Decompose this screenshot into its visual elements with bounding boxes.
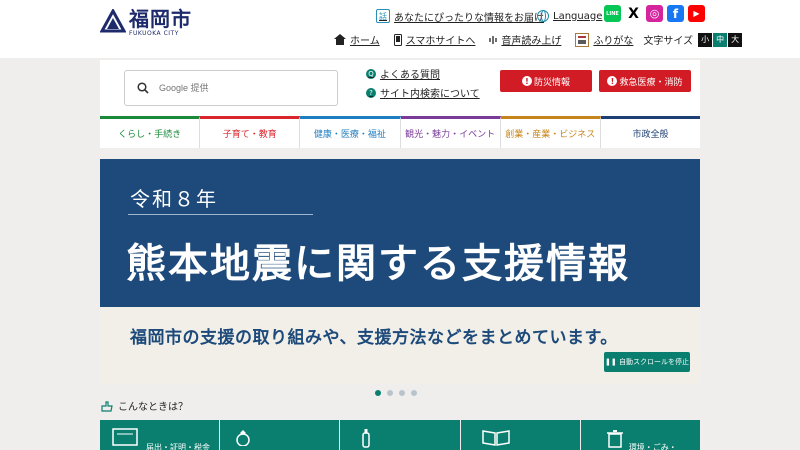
x-icon[interactable]: X xyxy=(625,5,642,22)
nav-furigana-label: ふりがな xyxy=(593,36,634,47)
tile-registration[interactable]: 届出・証明・税金 xyxy=(100,420,220,450)
carousel-dots xyxy=(375,390,417,396)
hero-subtitle-band: 福岡市の支援の取り組みや、支援方法などをまとめています。 ❚❚ 自動スクロールを… xyxy=(100,307,700,384)
hand-icon xyxy=(101,400,113,412)
faq-icon: Q xyxy=(366,68,376,79)
furigana-icon xyxy=(575,32,590,47)
carousel-dot[interactable] xyxy=(387,390,393,396)
nav-read-aloud-label: 音声読み上げ xyxy=(501,36,562,47)
sns-links: LINE X ◎ f ▶ xyxy=(604,5,705,22)
hero-subtitle: 福岡市の支援の取り組みや、支援方法などをまとめています。 xyxy=(130,328,618,348)
tile-environment[interactable]: 環境・ごみ・ xyxy=(580,420,701,450)
language-link-label: Language xyxy=(553,10,603,22)
site-logo[interactable]: 福岡市 FUKUOKA CITY xyxy=(100,9,192,37)
recommend-link-label: あなたにぴったりな情報をお届け xyxy=(394,12,544,24)
youtube-icon[interactable]: ▶ xyxy=(688,5,705,22)
faq-link[interactable]: Q よくある質問 xyxy=(366,66,480,81)
carousel-dot[interactable] xyxy=(411,390,417,396)
nav-smartphone[interactable]: スマホサイトへ xyxy=(393,32,476,47)
emergency-button[interactable]: ! 救急医療・消防 xyxy=(599,70,691,92)
nav-read-aloud[interactable]: 音声読み上げ xyxy=(489,32,561,47)
konna-toki-heading: こんなときは？ xyxy=(100,398,188,413)
hero-title: 熊本地震に関する支援情報 xyxy=(126,241,630,287)
recommend-icon: 話 xyxy=(376,9,390,23)
hero-divider xyxy=(128,214,313,215)
search-box[interactable] xyxy=(124,70,338,106)
carousel-dot[interactable] xyxy=(375,390,381,396)
disaster-info-button[interactable]: ! 防災情報 xyxy=(500,70,592,92)
site-search-link-label: サイト内検索について xyxy=(380,89,480,100)
search-input[interactable] xyxy=(159,83,309,93)
category-living[interactable]: くらし・手続き xyxy=(100,116,201,148)
font-size-medium[interactable]: 中 xyxy=(713,32,728,47)
category-city-admin[interactable]: 市政全般 xyxy=(600,116,701,148)
category-nav: くらし・手続き 子育て・教育 健康・医療・福祉 観光・魅力・イベント 創業・産業… xyxy=(100,116,701,148)
font-size-large[interactable]: 大 xyxy=(728,32,743,47)
nav-smartphone-label: スマホサイトへ xyxy=(405,36,476,47)
help-icon: ? xyxy=(366,87,376,98)
search-icon xyxy=(137,82,149,94)
disaster-info-label: 防災情報 xyxy=(533,77,570,88)
book-icon xyxy=(481,430,510,446)
logo-title: 福岡市 xyxy=(129,7,192,31)
hero-year: 令和８年 xyxy=(130,187,218,211)
font-size-label: 文字サイズ xyxy=(643,36,694,47)
alert-icon: ! xyxy=(521,76,532,86)
faq-link-label: よくある質問 xyxy=(380,70,440,81)
tile-4[interactable] xyxy=(460,420,580,450)
carousel-dot[interactable] xyxy=(399,390,405,396)
globe-icon xyxy=(537,10,549,22)
hero-banner[interactable]: 令和８年 熊本地震に関する支援情報 福岡市の支援の取り組みや、支援方法などをまと… xyxy=(100,159,700,384)
ring-icon xyxy=(236,430,250,446)
tile-2[interactable] xyxy=(220,420,340,450)
facebook-icon[interactable]: f xyxy=(667,5,684,22)
nav-home-label: ホーム xyxy=(350,36,380,47)
category-health[interactable]: 健康・医療・福祉 xyxy=(300,116,401,148)
emergency-label: 救急医療・消防 xyxy=(619,77,683,88)
trash-can-icon xyxy=(606,430,623,448)
baby-bottle-icon xyxy=(362,429,371,448)
site-header: 福岡市 FUKUOKA CITY 話 あなたにぴったりな情報をお届け Langu… xyxy=(0,0,800,58)
tile-registration-label: 届出・証明・税金 xyxy=(146,443,210,450)
line-icon[interactable]: LINE xyxy=(604,5,621,22)
category-business[interactable]: 創業・産業・ビジネス xyxy=(500,116,601,148)
site-search-link[interactable]: ? サイト内検索について xyxy=(366,85,480,100)
language-link[interactable]: Language xyxy=(537,10,602,22)
konna-toki-label: こんなときは？ xyxy=(118,402,188,413)
speaker-icon xyxy=(489,35,498,44)
life-event-tiles: 届出・証明・税金 環境・ごみ・ xyxy=(100,420,701,450)
instagram-icon[interactable]: ◎ xyxy=(646,5,663,22)
tile-environment-label: 環境・ごみ・ xyxy=(628,443,677,450)
logo-subtitle: FUKUOKA CITY xyxy=(129,30,179,37)
city-emblem-icon xyxy=(100,9,126,33)
nav-furigana[interactable]: ふりがな xyxy=(575,32,633,47)
document-icon xyxy=(112,428,138,446)
tile-3[interactable] xyxy=(340,420,460,450)
alert-icon: ! xyxy=(607,76,618,86)
category-tourism[interactable]: 観光・魅力・イベント xyxy=(400,116,501,148)
recommend-link[interactable]: 話 あなたにぴったりな情報をお届け xyxy=(376,9,544,24)
font-size-small[interactable]: 小 xyxy=(698,32,713,47)
nav-home[interactable]: ホーム xyxy=(334,32,380,47)
smartphone-icon xyxy=(393,33,402,46)
category-childcare[interactable]: 子育て・教育 xyxy=(200,116,301,148)
pause-autoscroll-button[interactable]: ❚❚ 自動スクロールを停止 xyxy=(604,352,690,372)
home-icon xyxy=(334,34,346,45)
